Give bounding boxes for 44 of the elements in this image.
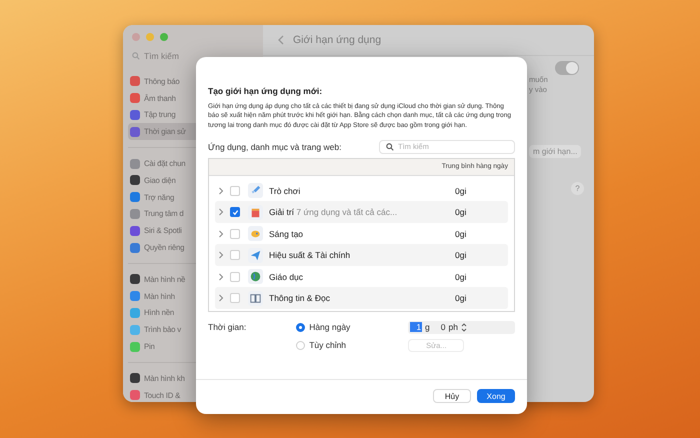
daily-average: 0gi [455, 293, 466, 304]
globe-icon [248, 269, 263, 284]
radio-option[interactable]: Tùy chỉnh [296, 340, 396, 350]
chevron-icon[interactable] [218, 208, 224, 216]
gift-icon [248, 204, 263, 220]
close-button[interactable] [132, 33, 140, 41]
search-icon [386, 142, 394, 151]
time-label: Thời gian: [208, 322, 248, 332]
add-limit-button[interactable]: m giới hạn... [529, 145, 582, 158]
daily-average: 0gi [455, 272, 466, 282]
minimize-button[interactable] [146, 33, 154, 41]
daily-average: 0gi [455, 250, 466, 260]
checkbox[interactable] [230, 207, 240, 218]
search-icon [132, 52, 140, 60]
daily-average: 0gi [455, 228, 466, 239]
chevron-icon[interactable] [218, 251, 224, 260]
zoom-button[interactable] [160, 33, 168, 41]
time-stepper[interactable]: 1 g 0 ph [408, 320, 515, 334]
category-name: Trò chơi [269, 186, 302, 196]
chevron-icon[interactable] [218, 230, 224, 238]
sidebar-search-field[interactable]: Tìm kiếm [128, 51, 255, 61]
done-button[interactable]: Xong [477, 389, 515, 403]
daily-average: 0gi [455, 186, 466, 196]
back-chevron-icon[interactable] [277, 35, 285, 45]
radio-option[interactable]: Hàng ngày [296, 322, 396, 332]
chevron-icon[interactable] [218, 272, 224, 281]
daily-average: 0gi [455, 207, 466, 218]
palette-icon [248, 226, 263, 242]
category-name: Thông tin & Đọc [269, 293, 331, 304]
book-icon [248, 290, 263, 306]
paper-plane-icon [248, 248, 263, 263]
stepper-arrows-icon[interactable] [460, 322, 467, 333]
category-name: Sáng tạo [269, 228, 304, 239]
category-name: Giáo dục [269, 272, 304, 282]
category-name: Giải trí 7 ứng dụng và tất cả các... [269, 207, 398, 218]
help-button[interactable]: ? [571, 182, 584, 195]
cancel-button[interactable]: Hủy [433, 389, 471, 403]
dialog-title: Tạo giới hạn ứng dụng mới: [208, 86, 324, 96]
list-label: Ứng dụng, danh mục và trang web: [208, 142, 342, 152]
chevron-icon[interactable] [218, 294, 224, 302]
window-title: Giới hạn ứng dụng [293, 34, 382, 46]
chevron-icon[interactable] [218, 186, 224, 195]
category-name: Hiệu suất & Tài chính [269, 250, 352, 260]
toggle-switch[interactable] [555, 61, 579, 75]
